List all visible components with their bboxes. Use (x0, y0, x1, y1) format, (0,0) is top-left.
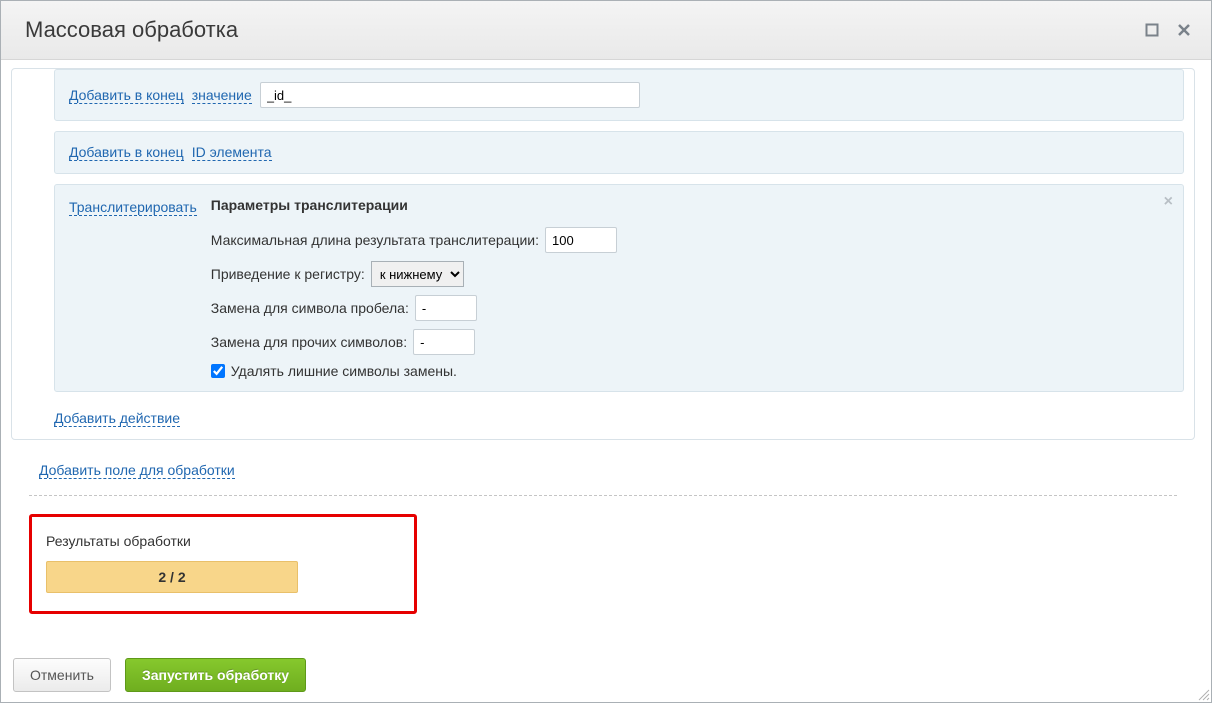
append-value-input[interactable] (260, 82, 640, 108)
add-action-link[interactable]: Добавить действие (54, 410, 180, 427)
window-controls (1145, 23, 1191, 37)
progress-text: 2 / 2 (158, 569, 185, 585)
action-type-link[interactable]: Транслитерировать (69, 199, 197, 216)
dialog-title: Массовая обработка (25, 17, 238, 43)
action-append-id: Добавить в конец ID элемента (54, 131, 1184, 174)
dialog-body: Добавить в конец значение Добавить в кон… (1, 60, 1211, 702)
case-select[interactable]: к нижнему (371, 261, 464, 287)
cancel-button[interactable]: Отменить (13, 658, 111, 692)
progress-bar: 2 / 2 (46, 561, 298, 593)
results-box: Результаты обработки 2 / 2 (29, 514, 417, 614)
params-heading: Параметры транслитерации (211, 197, 617, 213)
action-mode-link[interactable]: ID элемента (192, 144, 272, 161)
results-label: Результаты обработки (46, 533, 400, 549)
other-replace-label: Замена для прочих символов: (211, 334, 407, 350)
strip-extra-label: Удалять лишние символы замены. (231, 363, 457, 379)
separator (29, 495, 1177, 496)
scroll-area[interactable]: Добавить в конец значение Добавить в кон… (1, 60, 1211, 647)
action-type-link[interactable]: Добавить в конец (69, 87, 184, 104)
close-icon[interactable] (1177, 23, 1191, 37)
max-length-label: Максимальная длина результата транслитер… (211, 232, 539, 248)
dialog-window: Массовая обработка Добавить в конец знач… (0, 0, 1212, 703)
strip-extra-checkbox[interactable] (211, 364, 225, 378)
run-button[interactable]: Запустить обработку (125, 658, 306, 692)
action-type-link[interactable]: Добавить в конец (69, 144, 184, 161)
resize-handle-icon[interactable] (1196, 687, 1210, 701)
case-label: Приведение к регистру: (211, 266, 365, 282)
translit-params: Параметры транслитерации Максимальная дл… (211, 197, 617, 379)
dialog-header: Массовая обработка (1, 1, 1211, 60)
dialog-footer: Отменить Запустить обработку (1, 648, 1211, 702)
action-transliterate: × Транслитерировать Параметры транслитер… (54, 184, 1184, 392)
space-replace-label: Замена для символа пробела: (211, 300, 409, 316)
maximize-icon[interactable] (1145, 23, 1159, 37)
field-panel: Добавить в конец значение Добавить в кон… (11, 68, 1195, 440)
max-length-input[interactable] (545, 227, 617, 253)
action-append-value: Добавить в конец значение (54, 69, 1184, 121)
add-field-link[interactable]: Добавить поле для обработки (39, 462, 235, 479)
close-icon[interactable]: × (1164, 193, 1173, 211)
other-replace-input[interactable] (413, 329, 475, 355)
action-mode-link[interactable]: значение (192, 87, 252, 104)
space-replace-input[interactable] (415, 295, 477, 321)
